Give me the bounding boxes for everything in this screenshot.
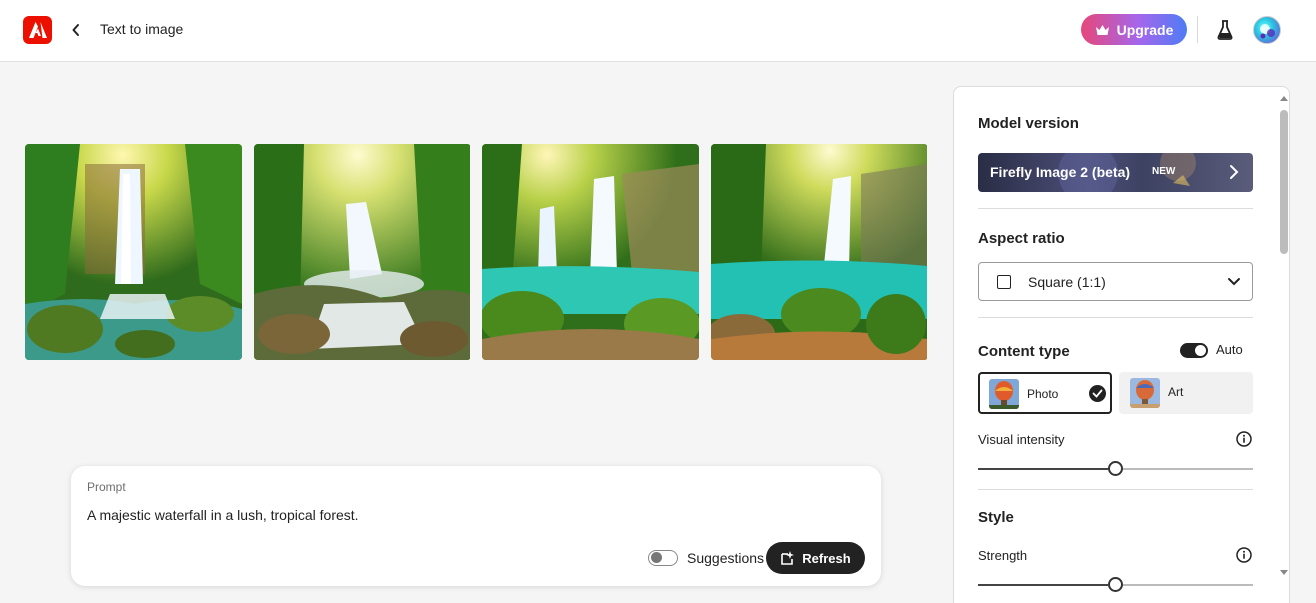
slider-handle[interactable] [1108,577,1123,592]
divider [978,317,1253,318]
generated-image-4[interactable] [711,144,928,360]
crown-icon [1095,24,1109,35]
square-icon [997,275,1011,289]
art-label: Art [1168,385,1184,399]
style-heading: Style [978,509,1014,526]
checkmark-icon [1089,385,1106,402]
divider [978,489,1253,490]
content-type-art[interactable]: Art [1119,372,1253,414]
art-thumbnail [1130,378,1160,408]
slider-handle[interactable] [1108,461,1123,476]
auto-label: Auto [1216,342,1243,357]
suggestions-toggle[interactable] [648,550,678,566]
suggestions-label: Suggestions [687,550,765,566]
header-divider [1197,16,1198,43]
content-type-photo[interactable]: Photo [978,372,1112,414]
prompt-input[interactable]: A majestic waterfall in a lush, tropical… [87,507,359,523]
model-version-button[interactable]: Firefly Image 2 (beta) NEW [978,153,1253,192]
back-arrow-icon[interactable] [66,18,86,42]
aspect-ratio-heading: Aspect ratio [978,230,1065,247]
model-version-heading: Model version [978,115,1079,132]
page-title: Text to image [100,21,184,37]
info-icon[interactable] [1236,431,1252,447]
strength-label: Strength [978,548,1028,563]
new-badge: NEW [1152,166,1176,177]
scroll-down-arrow-icon[interactable] [1280,569,1288,577]
prompt-label: Prompt [87,480,126,494]
scrollbar-thumb[interactable] [1280,110,1288,254]
content-type-heading: Content type [978,343,1070,360]
chevron-right-icon [1230,165,1239,179]
photo-label: Photo [1027,387,1059,401]
generated-image-1[interactable] [25,144,242,360]
aspect-ratio-value: Square (1:1) [1028,274,1106,290]
aspect-ratio-dropdown[interactable]: Square (1:1) [978,262,1253,301]
generated-image-3[interactable] [482,144,699,360]
divider [978,208,1253,209]
visual-intensity-slider[interactable] [978,461,1253,477]
scroll-up-arrow-icon[interactable] [1280,94,1288,102]
prompt-box: Prompt A majestic waterfall in a lush, t… [71,466,881,586]
upgrade-button[interactable]: Upgrade [1081,14,1187,45]
generated-image-2[interactable] [254,144,471,360]
app-header: Text to image Upgrade [0,0,1316,62]
user-avatar[interactable] [1253,16,1281,44]
chevron-down-icon [1228,278,1240,286]
upgrade-label: Upgrade [1116,21,1174,38]
visual-intensity-label: Visual intensity [978,432,1065,447]
adobe-logo-icon[interactable] [23,16,52,44]
strength-slider[interactable] [978,577,1253,593]
refresh-sparkle-icon [781,551,795,565]
model-name: Firefly Image 2 (beta) [990,164,1131,180]
auto-toggle[interactable] [1180,343,1208,358]
info-icon[interactable] [1236,547,1252,563]
labs-flask-icon[interactable] [1214,18,1236,42]
settings-panel: Model version Firefly Image 2 (beta) NEW… [953,86,1290,603]
photo-thumbnail [989,379,1019,409]
refresh-button[interactable]: Refresh [766,542,865,574]
refresh-label: Refresh [802,550,851,566]
